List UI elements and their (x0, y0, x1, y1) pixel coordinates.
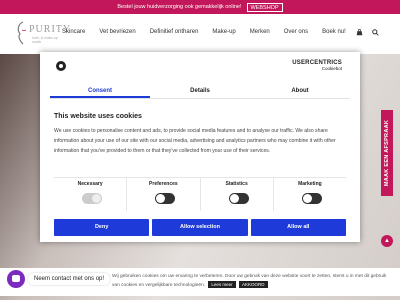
chat-label[interactable]: Neem contact met ons op! (28, 273, 111, 285)
statistics-toggle[interactable] (228, 193, 249, 204)
tab-about[interactable]: About (250, 83, 350, 98)
tab-details[interactable]: Details (150, 83, 250, 98)
shopping-bag-icon[interactable] (356, 29, 363, 38)
cookiebot-label: Cookiebot (321, 66, 342, 71)
category-preferences: Preferences (127, 178, 201, 211)
marketing-toggle[interactable] (301, 193, 322, 204)
allow-all-button[interactable]: Allow all (250, 219, 346, 236)
menu-item-vet-bevriezen[interactable]: Vet bevriezen (99, 29, 135, 35)
menu-item-definitief-ontharen[interactable]: Definitief ontharen (150, 29, 199, 35)
allow-selection-button[interactable]: Allow selection (152, 219, 248, 236)
usercentrics-brand[interactable]: USERCENTRICS Cookiebot (292, 60, 342, 71)
consent-buttons: Deny Allow selection Allow all (54, 219, 346, 236)
consent-tabs: Consent Details About (50, 83, 350, 99)
agree-button[interactable]: AKKOORD (239, 281, 268, 288)
cookie-consent-dialog: USERCENTRICS Cookiebot Consent Details A… (40, 52, 360, 242)
read-more-button[interactable]: Lees meer (208, 281, 236, 288)
category-label: Preferences (149, 181, 178, 187)
appointment-label: MAAK EEN AFSPRAAK (384, 119, 390, 187)
scroll-to-top-button[interactable]: ▲ (381, 235, 393, 247)
category-label: Necessary (77, 181, 103, 187)
face-logo-icon (17, 21, 27, 45)
menu-item-make-up[interactable]: Make-up (212, 29, 235, 35)
dialog-heading: This website uses cookies (54, 113, 142, 120)
webshop-button[interactable]: WEBSHOP (246, 2, 283, 12)
chat-widget[interactable]: Neem contact met ons op! (7, 270, 111, 288)
dialog-body-text: We use cookies to personalise content an… (54, 128, 336, 154)
logo-subtitle: huid- & make-up studio (32, 36, 58, 44)
menu-item-skincare[interactable]: Skincare (62, 29, 85, 35)
appointment-side-tab[interactable]: MAAK EEN AFSPRAAK (381, 110, 393, 196)
category-marketing: Marketing (274, 178, 346, 211)
chat-bubble-icon[interactable] (7, 270, 25, 288)
category-statistics: Statistics (201, 178, 274, 211)
necessary-toggle (82, 193, 102, 204)
main-menu: Skincare Vet bevriezen Definitief onthar… (62, 29, 360, 35)
consent-categories: Necessary Preferences Statistics Marketi… (54, 177, 346, 211)
preferences-toggle[interactable] (155, 193, 176, 204)
tab-consent[interactable]: Consent (50, 83, 150, 98)
cookie-notice-text: Wij gebruiken cookies om uw ervaring te … (112, 272, 388, 290)
menu-item-merken[interactable]: Merken (250, 29, 270, 35)
category-label: Statistics (225, 181, 248, 187)
site-logo[interactable]: PURITY huid- & make-up studio (14, 20, 70, 48)
category-label: Marketing (298, 181, 322, 187)
promo-text: Bestel jouw huidverzorging ook gemakkeli… (117, 4, 242, 10)
category-necessary: Necessary (54, 178, 128, 211)
site-logo-icon (56, 61, 66, 71)
menu-item-boek-nu[interactable]: Boek nu! (322, 29, 346, 35)
chevron-up-icon: ▲ (384, 238, 390, 244)
deny-button[interactable]: Deny (54, 219, 150, 236)
promo-bar: Bestel jouw huidverzorging ook gemakkeli… (0, 0, 400, 14)
search-icon[interactable] (372, 29, 379, 38)
menu-item-over-ons[interactable]: Over ons (284, 29, 308, 35)
